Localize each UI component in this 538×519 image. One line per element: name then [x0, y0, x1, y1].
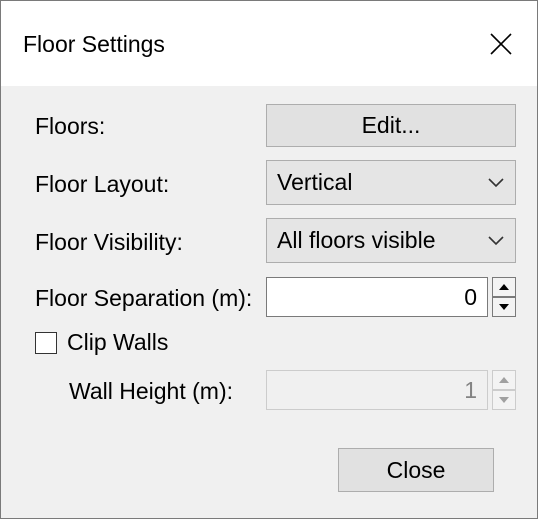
dialog-title: Floor Settings [23, 31, 165, 57]
wall-height-arrows [492, 370, 516, 410]
clip-walls-label[interactable]: Clip Walls [67, 327, 168, 357]
floor-layout-select[interactable]: Vertical [266, 160, 516, 205]
floor-separation-input[interactable]: 0 [266, 277, 488, 317]
floor-settings-dialog: Floor Settings Floors: Edit... Floor Lay… [0, 0, 538, 519]
edit-floors-button[interactable]: Edit... [266, 104, 516, 147]
wall-height-spinbox: 1 [266, 370, 516, 410]
close-icon [490, 32, 512, 55]
floor-layout-label: Floor Layout: [35, 171, 170, 197]
clip-walls-checkbox[interactable] [35, 332, 57, 354]
floors-label: Floors: [35, 113, 106, 139]
triangle-down-icon [499, 397, 509, 403]
wall-height-input: 1 [266, 370, 488, 410]
floor-visibility-value: All floors visible [277, 227, 436, 253]
floor-visibility-label: Floor Visibility: [35, 229, 183, 255]
floor-separation-label: Floor Separation (m): [35, 285, 253, 311]
triangle-down-icon [499, 304, 509, 310]
wall-height-increment [492, 370, 516, 390]
wall-height-decrement [492, 390, 516, 410]
floor-separation-spinbox: 0 [266, 277, 516, 317]
floor-visibility-select[interactable]: All floors visible [266, 218, 516, 263]
triangle-up-icon [499, 377, 509, 383]
floor-separation-increment[interactable] [492, 277, 516, 297]
floor-layout-value: Vertical [277, 169, 353, 195]
chevron-down-icon [488, 236, 504, 246]
wall-height-label: Wall Height (m): [69, 378, 233, 404]
triangle-up-icon [499, 284, 509, 290]
title-bar: Floor Settings [1, 1, 537, 86]
close-button[interactable]: Close [338, 448, 494, 492]
floor-separation-arrows [492, 277, 516, 317]
chevron-down-icon [488, 178, 504, 188]
floor-separation-decrement[interactable] [492, 297, 516, 317]
close-window-button[interactable] [465, 1, 537, 86]
